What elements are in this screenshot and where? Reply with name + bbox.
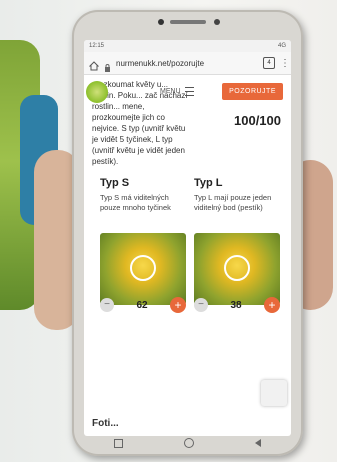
lock-icon [104,59,111,72]
observe-button[interactable]: POZORUJTE [222,83,283,100]
type-description: Typ S má viditelných pouze mnoho tyčinek [100,193,171,212]
plus-button[interactable]: + [264,297,280,313]
counter: − 62 + [100,297,186,313]
type-grid: Typ S Typ S má viditelných pouze mnoho t… [92,177,283,313]
type-title: Typ S [100,177,130,189]
flower-photo [100,233,186,305]
type-l-card: Typ L Typ L mají pouze jeden viditelný b… [194,177,280,313]
menu[interactable]: MENU [160,87,194,96]
home-icon[interactable] [88,58,100,71]
status-time: 12:15 [89,43,105,49]
count: 62 [136,299,148,311]
status-right: 4G [277,43,286,49]
earpiece [170,20,206,24]
phone: 12:15 4G nurmenukk.net/pozorujte 4 ⋮ MEN… [72,10,303,456]
type-description: Typ L mají pouze jeden viditelný bod (pe… [194,193,272,212]
score: 100/100 [234,113,281,128]
screen: 12:15 4G nurmenukk.net/pozorujte 4 ⋮ MEN… [84,40,291,436]
status-bar: 12:15 4G [84,40,291,52]
section-heading: Foti... [92,418,119,429]
menu-label[interactable]: MENU [160,88,181,95]
site-logo[interactable] [86,81,108,103]
url-bar[interactable]: nurmenukk.net/pozorujte 4 ⋮ [84,52,291,75]
type-title: Typ L [194,177,223,189]
hamburger-icon[interactable] [184,87,194,96]
flower-photo [194,233,280,305]
plus-button[interactable]: + [170,297,186,313]
page-content: MENU POZORUJTE prozkoumat květy u... ros… [84,75,291,423]
recents-icon[interactable] [114,438,124,448]
minus-button[interactable]: − [100,298,114,312]
count: 38 [230,299,242,311]
sensor-icon [214,19,220,25]
tabs-icon[interactable]: 4 [263,57,275,69]
back-icon[interactable] [254,439,261,447]
counter: − 38 + [194,297,280,313]
more-icon[interactable]: ⋮ [280,58,290,69]
recaptcha-icon[interactable] [261,380,287,406]
url-text[interactable]: nurmenukk.net/pozorujte [116,59,258,68]
home-nav-icon[interactable] [183,438,194,448]
minus-button[interactable]: − [194,298,208,312]
camera-icon [158,19,164,25]
type-s-card: Typ S Typ S má viditelných pouze mnoho t… [100,177,186,313]
system-nav-bar [84,436,291,450]
